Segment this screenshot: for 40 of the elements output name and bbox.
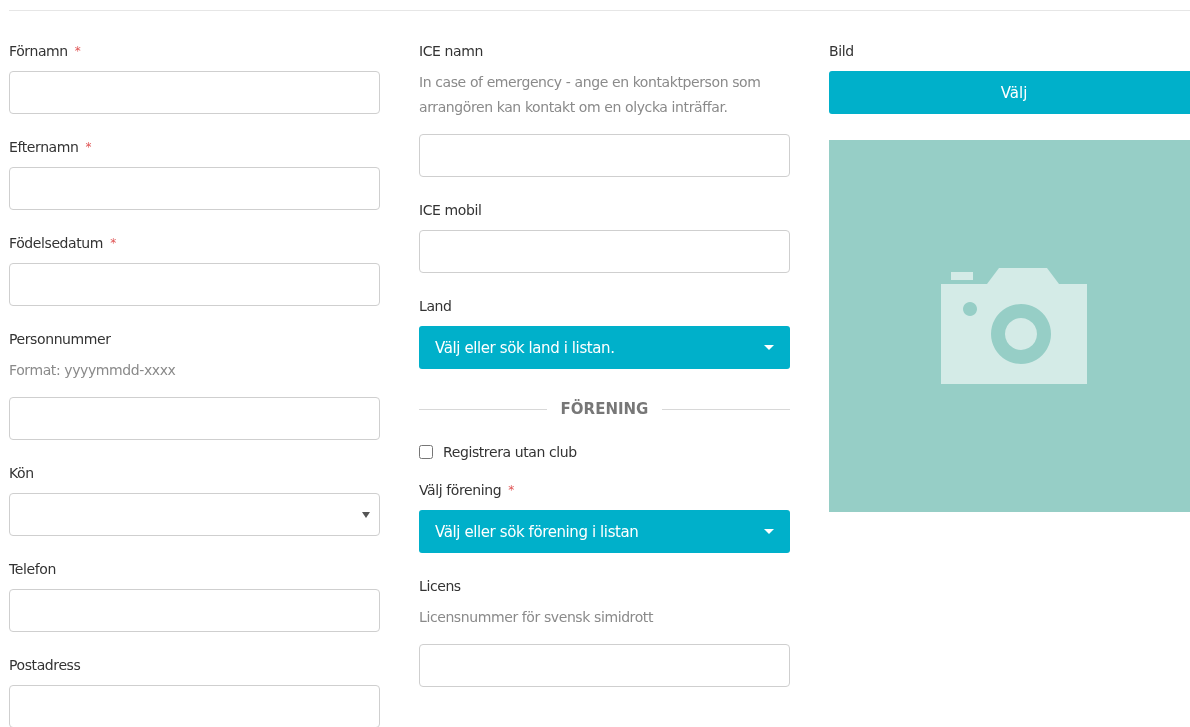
field-label: Licens bbox=[419, 578, 461, 594]
field-label: Förnamn bbox=[9, 43, 68, 59]
checkbox-label: Registrera utan club bbox=[443, 444, 577, 460]
required-mark: * bbox=[508, 483, 514, 497]
section-heading: FÖRENING bbox=[560, 400, 649, 418]
text-field[interactable] bbox=[9, 167, 380, 210]
choose-button[interactable]: Välj bbox=[829, 71, 1190, 114]
text-field[interactable] bbox=[9, 685, 380, 727]
caret-icon bbox=[764, 345, 774, 350]
field-label: Kön bbox=[9, 465, 34, 481]
search-select[interactable]: Välj eller sök land i listan. bbox=[419, 326, 790, 369]
help-text: Format: yyyymmdd-xxxx bbox=[9, 361, 177, 380]
checkbox[interactable] bbox=[419, 445, 433, 459]
field-label: ICE mobil bbox=[419, 202, 482, 218]
field-label: ICE namn bbox=[419, 43, 483, 59]
camera-icon bbox=[941, 268, 1087, 384]
select-field[interactable] bbox=[9, 493, 380, 536]
field-label: Telefon bbox=[9, 561, 56, 577]
caret-icon bbox=[362, 511, 370, 518]
text-field[interactable] bbox=[9, 263, 380, 306]
field-label: Efternamn bbox=[9, 139, 79, 155]
required-mark: * bbox=[85, 140, 92, 154]
text-field[interactable] bbox=[419, 644, 790, 687]
text-field[interactable] bbox=[419, 230, 790, 273]
text-field[interactable] bbox=[9, 397, 380, 440]
field-label: Land bbox=[419, 298, 452, 314]
field-label: Personnummer bbox=[9, 331, 111, 347]
help-text: Licensnummer för svensk simidrott bbox=[419, 608, 655, 627]
help-text: In case of emergency - ange en kontaktperson som arrangören kan kontakt om en olycka inträffar. bbox=[419, 73, 762, 117]
text-field[interactable] bbox=[9, 71, 380, 114]
text-field[interactable] bbox=[9, 589, 380, 632]
required-mark: * bbox=[110, 236, 116, 250]
search-select[interactable]: Välj eller sök förening i listan bbox=[419, 510, 790, 553]
field-label: Postadress bbox=[9, 657, 81, 673]
field-label: Bild bbox=[829, 43, 854, 59]
required-mark: * bbox=[74, 44, 81, 58]
text-field[interactable] bbox=[419, 134, 790, 177]
caret-icon bbox=[764, 529, 774, 534]
field-label: Välj förening bbox=[419, 482, 502, 498]
field-label: Födelsedatum bbox=[9, 235, 104, 251]
